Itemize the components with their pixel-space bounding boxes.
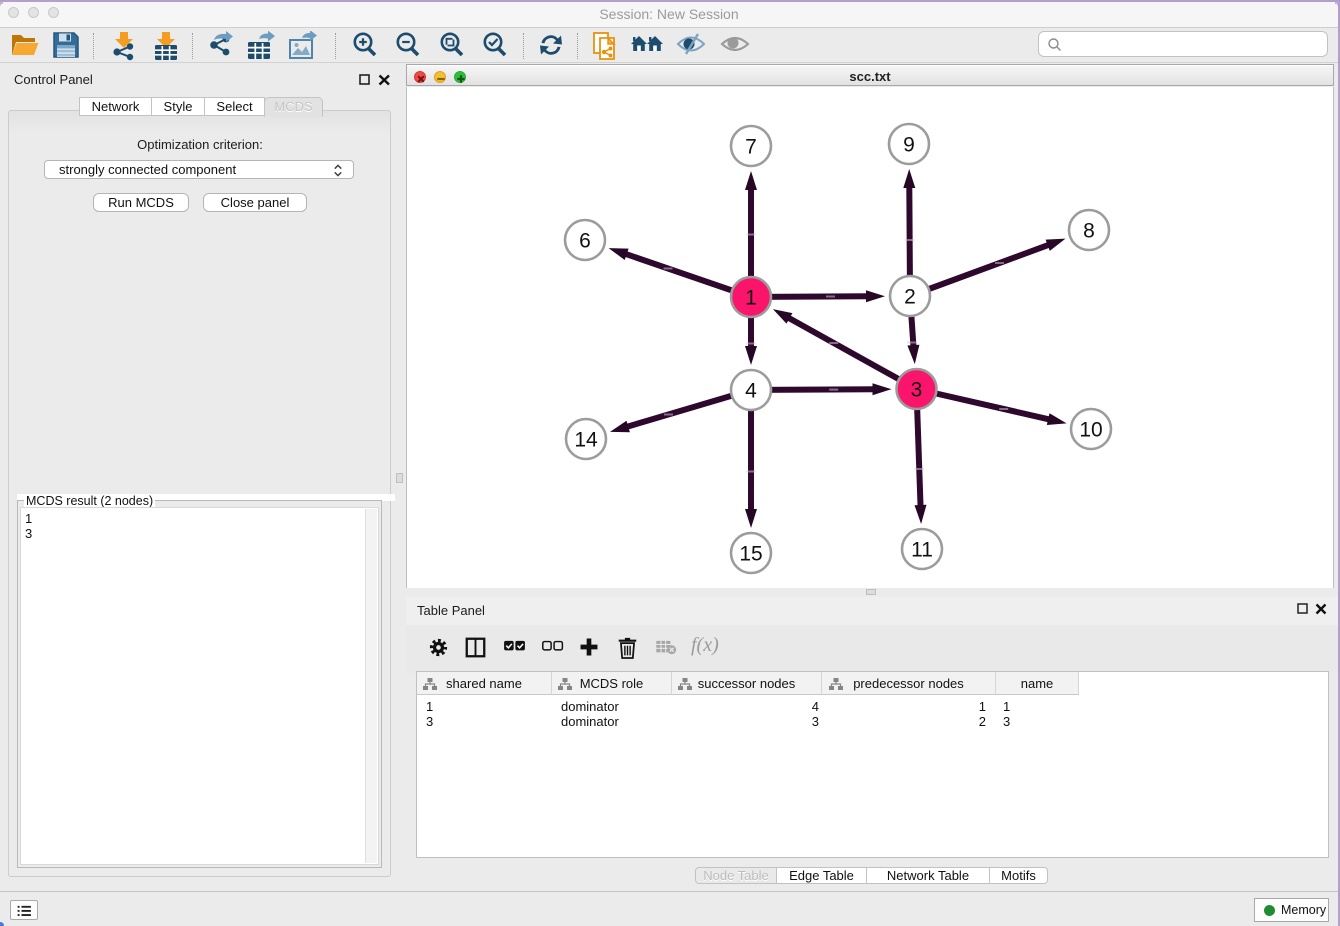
svg-text:7: 7 bbox=[745, 136, 757, 159]
svg-text:11: 11 bbox=[911, 539, 933, 562]
svg-text:6: 6 bbox=[579, 230, 591, 253]
svg-text:4: 4 bbox=[745, 380, 757, 403]
svg-text:3: 3 bbox=[911, 379, 923, 402]
svg-text:1: 1 bbox=[745, 287, 757, 310]
svg-text:10: 10 bbox=[1079, 419, 1102, 442]
svg-text:8: 8 bbox=[1083, 220, 1095, 243]
svg-text:14: 14 bbox=[574, 429, 598, 452]
svg-text:15: 15 bbox=[739, 543, 762, 566]
svg-text:2: 2 bbox=[904, 286, 916, 309]
svg-text:9: 9 bbox=[903, 134, 915, 157]
